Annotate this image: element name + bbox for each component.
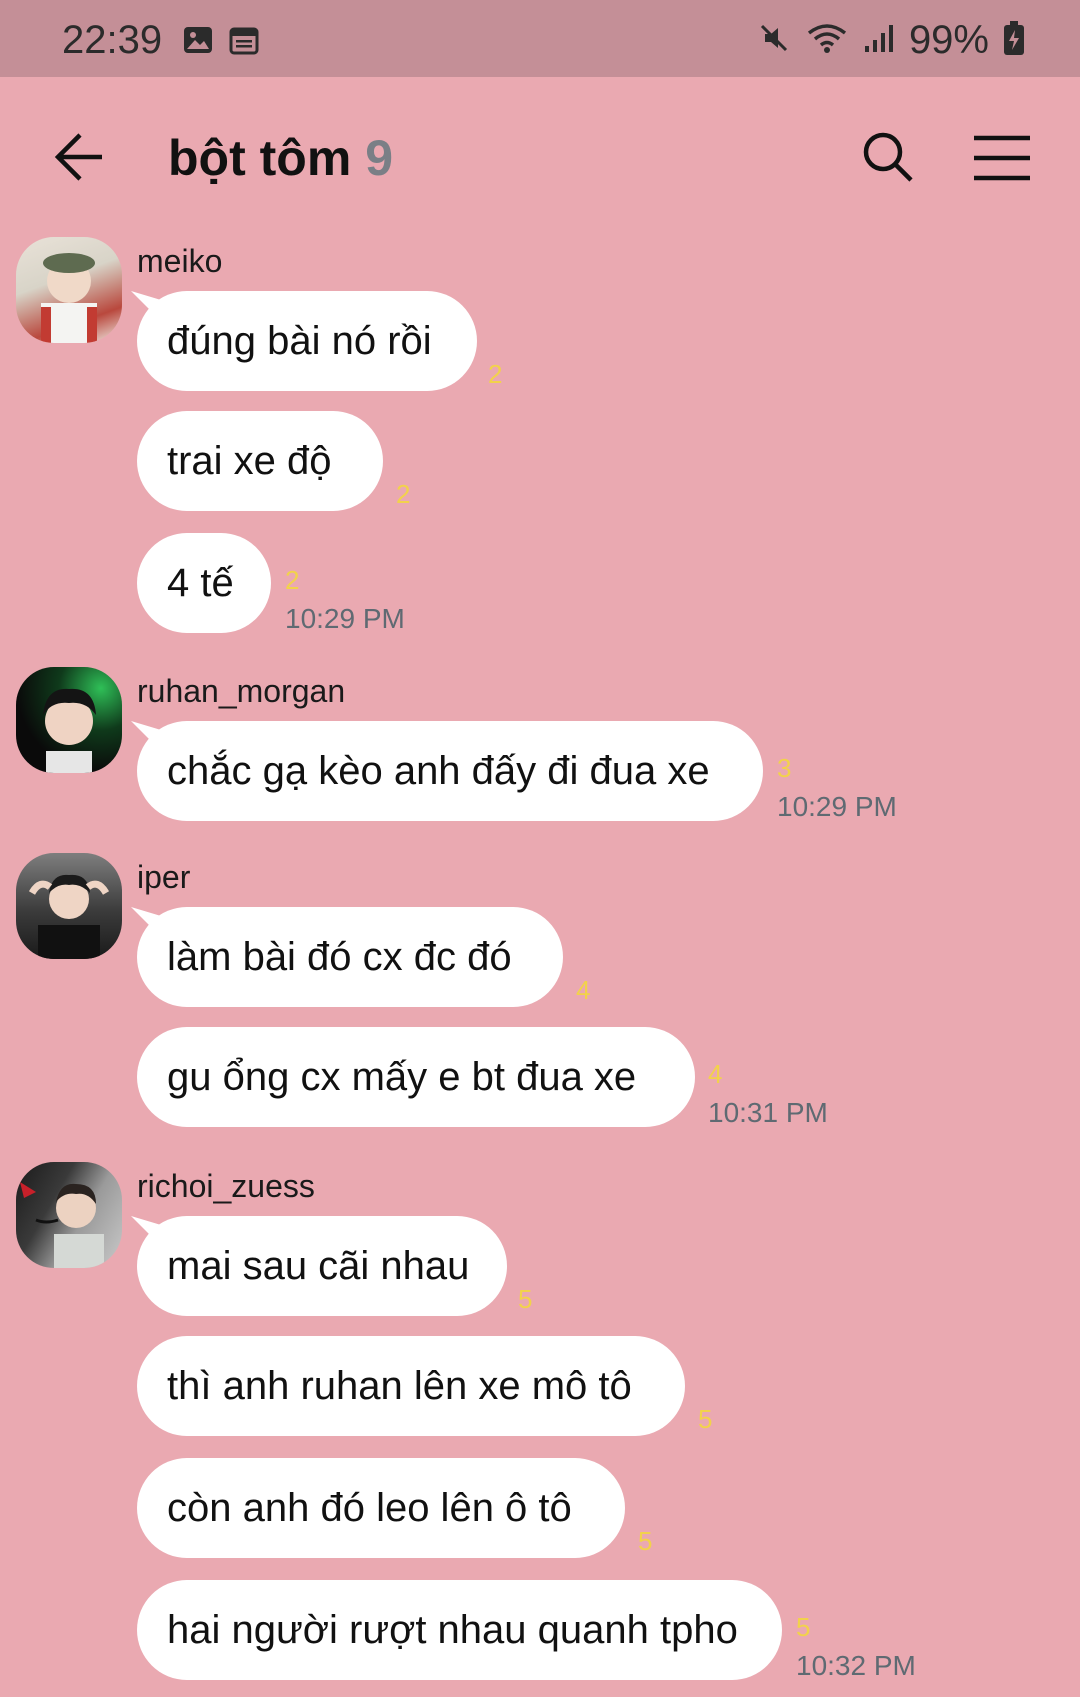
menu-button[interactable] <box>972 133 1032 183</box>
back-button[interactable] <box>52 129 112 185</box>
unread-count: 2 <box>285 565 300 595</box>
unread-count: 4 <box>708 1059 723 1089</box>
message-time: 10:32 PM <box>796 1650 916 1681</box>
signal-icon <box>863 22 895 59</box>
mute-icon <box>757 21 791 60</box>
message-text: đúng bài nó rồi <box>167 318 432 363</box>
unread-count: 5 <box>638 1526 653 1556</box>
message-bubble[interactable]: thì anh ruhan lên xe mô tô <box>137 1336 685 1436</box>
message-text: hai người rượt nhau quanh tpho <box>167 1607 738 1652</box>
unread-count: 5 <box>796 1612 811 1642</box>
chat-header: bột tôm 9 <box>0 77 1080 237</box>
message-bubble[interactable]: trai xe độ <box>137 411 383 511</box>
status-time: 22:39 <box>62 18 163 62</box>
avatar[interactable] <box>16 853 122 959</box>
message-time: 10:31 PM <box>708 1097 828 1128</box>
status-bar: 22:39 99% <box>0 0 1080 77</box>
message-text: còn anh đó leo lên ô tô <box>167 1485 572 1530</box>
unread-count: 3 <box>777 753 792 783</box>
unread-count: 5 <box>518 1284 533 1314</box>
message-text: trai xe độ <box>167 438 332 483</box>
message-bubble[interactable]: 4 tế <box>137 533 271 633</box>
message-text: thì anh ruhan lên xe mô tô <box>167 1363 632 1408</box>
hamburger-menu-icon <box>974 135 1030 181</box>
unread-count: 4 <box>576 975 591 1005</box>
search-icon <box>863 132 913 182</box>
message-bubble[interactable]: mai sau cãi nhau <box>137 1216 507 1316</box>
message-text: làm bài đó cx đc đó <box>167 934 512 979</box>
calendar-icon <box>228 24 260 61</box>
avatar[interactable] <box>16 1162 122 1268</box>
status-icons-left <box>182 24 260 61</box>
message-bubble[interactable]: làm bài đó cx đc đó <box>137 907 563 1007</box>
unread-count: 5 <box>698 1404 713 1434</box>
message-text: chắc gạ kèo anh đấy đi đua xe <box>167 748 710 793</box>
message-time: 10:29 PM <box>777 791 897 822</box>
battery-percent: 99% <box>908 18 989 62</box>
battery-charging-icon <box>1003 20 1025 61</box>
message-bubble[interactable]: còn anh đó leo lên ô tô <box>137 1458 625 1558</box>
avatar[interactable] <box>16 667 122 773</box>
message-bubble[interactable]: gu ổng cx mấy e bt đua xe <box>137 1027 695 1127</box>
member-count: 9 <box>365 130 394 186</box>
wifi-icon <box>805 21 849 60</box>
message-text: 4 tế <box>167 560 234 605</box>
back-arrow-icon <box>54 133 102 181</box>
search-button[interactable] <box>860 129 916 185</box>
message-bubble[interactable]: chắc gạ kèo anh đấy đi đua xe <box>137 721 763 821</box>
message-bubble[interactable]: đúng bài nó rồi <box>137 291 477 391</box>
chat-title-wrap[interactable]: bột tôm 9 <box>168 129 393 187</box>
avatar[interactable] <box>16 237 122 343</box>
chat-title: bột tôm <box>168 130 352 186</box>
message-time: 10:29 PM <box>285 603 405 634</box>
sender-name: richoi_zuess <box>137 1168 315 1204</box>
status-icons-right: 99% <box>757 18 1025 63</box>
message-text: gu ổng cx mấy e bt đua xe <box>167 1054 637 1099</box>
message-bubble[interactable]: hai người rượt nhau quanh tpho <box>137 1580 782 1680</box>
sender-name: iper <box>137 859 191 895</box>
unread-count: 2 <box>488 359 503 389</box>
sender-name: ruhan_morgan <box>137 673 346 709</box>
message-text: mai sau cãi nhau <box>167 1243 470 1288</box>
image-icon <box>182 24 214 61</box>
sender-name: meiko <box>137 243 223 279</box>
unread-count: 2 <box>396 479 411 509</box>
